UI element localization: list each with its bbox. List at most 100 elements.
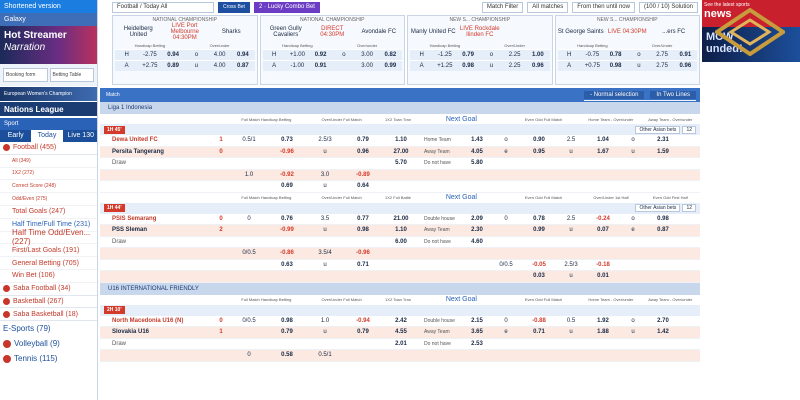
odds-cell[interactable]: 27.00	[382, 149, 420, 155]
odds-cell[interactable]: 0.58	[268, 352, 306, 358]
card-odds-cell[interactable]: 0.96	[674, 63, 697, 69]
booking-form-button[interactable]: Booking form	[3, 68, 48, 82]
nations-league-banner[interactable]: Nations League	[0, 102, 97, 116]
sidebar-item[interactable]: Total Goals (247)	[0, 206, 97, 219]
odds-cell[interactable]: 1.67	[588, 149, 618, 155]
tab-today[interactable]: Today	[31, 130, 63, 142]
odds-cell[interactable]: 0.78	[524, 216, 554, 222]
time-range-select[interactable]: From then until now	[572, 1, 635, 13]
odds-cell[interactable]: -0.86	[268, 250, 306, 256]
odds-cell[interactable]: 2.31	[648, 137, 678, 143]
odds-cell[interactable]: 1.42	[648, 329, 678, 335]
odds-cell[interactable]: 6.00	[382, 239, 420, 245]
odds-cell[interactable]: 2.09	[466, 216, 488, 222]
odds-cell[interactable]: 0.01	[588, 273, 618, 279]
card-odds-cell[interactable]: 0.79	[457, 52, 480, 58]
odds-cell[interactable]: 0.87	[648, 227, 678, 233]
sidebar-item-tennis[interactable]: Tennis (115)	[0, 351, 97, 366]
odds-cell[interactable]: 1.10	[382, 137, 420, 143]
match-card[interactable]: NATIONAL CHAMPIONSHIP Green Gully Cavalie…	[259, 15, 405, 85]
match-filter-select[interactable]: Match Filter	[481, 1, 524, 13]
odds-cell[interactable]: -0.05	[524, 262, 554, 268]
card-odds-cell[interactable]: 0.94	[162, 52, 185, 58]
sidebar-item[interactable]: Saba Basketball (18)	[0, 308, 97, 322]
sidebar-item[interactable]: Win Bet (106)	[0, 270, 97, 283]
card-odds-cell[interactable]: 0.98	[457, 63, 480, 69]
tab-early[interactable]: Early	[0, 130, 31, 142]
two-lines-select[interactable]: In Two Lines	[650, 90, 696, 99]
odds-cell[interactable]: 0.98	[344, 227, 382, 233]
cross-bet-button[interactable]: Cross Bet	[218, 1, 250, 13]
odds-cell[interactable]: 0.03	[524, 273, 554, 279]
card-odds-cell[interactable]: 0.96	[526, 63, 549, 69]
odds-cell[interactable]: 0.98	[268, 318, 306, 324]
card-odds-cell[interactable]: 0.91	[674, 52, 697, 58]
odds-cell[interactable]: 0.73	[268, 137, 306, 143]
odds-cell[interactable]: 2.42	[382, 318, 420, 324]
odds-cell[interactable]: 0.63	[268, 262, 306, 268]
shortened-version-button[interactable]: Shortened version	[0, 0, 97, 13]
match-card[interactable]: NATIONAL CHAMPIONSHIP Heidelberg United LI…	[112, 15, 258, 85]
card-odds-cell[interactable]: 0.94	[231, 52, 254, 58]
odds-cell[interactable]: 0.07	[588, 227, 618, 233]
odds-cell[interactable]: -0.88	[524, 318, 554, 324]
odds-cell[interactable]: 0.71	[524, 329, 554, 335]
sidebar-item-volleyball[interactable]: Volleyball (9)	[0, 336, 97, 351]
all-matches-select[interactable]: All matches	[527, 1, 569, 13]
sidebar-item[interactable]: General Betting (705)	[0, 257, 97, 270]
odds-cell[interactable]: 2.70	[648, 318, 678, 324]
odds-cell[interactable]: 2.53	[466, 341, 488, 347]
card-odds-cell[interactable]: 0.91	[309, 63, 332, 69]
odds-cell[interactable]: 4.60	[466, 239, 488, 245]
odds-cell[interactable]: 0.71	[344, 262, 382, 268]
odds-cell[interactable]: 4.55	[382, 329, 420, 335]
bets-count-select[interactable]: 12	[682, 204, 696, 212]
odds-cell[interactable]: 0.79	[268, 329, 306, 335]
sidebar-item-esports[interactable]: E-Sports (79)	[0, 321, 97, 336]
card-odds-cell[interactable]: 0.98	[604, 63, 627, 69]
odds-cell[interactable]: 2.01	[382, 341, 420, 347]
odds-cell[interactable]: 0.99	[524, 227, 554, 233]
galaxy-button[interactable]: Galaxy	[0, 13, 97, 26]
bets-count-select[interactable]: 12	[682, 125, 696, 134]
card-odds-cell[interactable]: 0.89	[162, 63, 185, 69]
solution-select[interactable]: (100 / 10) Solution	[638, 1, 698, 13]
normal-selection-select[interactable]: - Normal selection	[584, 90, 645, 99]
odds-cell[interactable]: 4.05	[466, 149, 488, 155]
odds-cell[interactable]: 0.64	[344, 183, 382, 189]
betting-table-button[interactable]: Betting Table	[49, 68, 94, 82]
odds-cell[interactable]: 1.43	[466, 137, 488, 143]
football-select[interactable]: Football / Today All	[112, 1, 214, 13]
league-header-u16[interactable]: U16 INTERNATIONAL FRIENDLY	[100, 282, 700, 295]
other-asian-bets-button[interactable]: Other Asian bets	[635, 204, 681, 212]
odds-cell[interactable]: 0.96	[344, 149, 382, 155]
odds-cell[interactable]: -0.96	[344, 250, 382, 256]
odds-cell[interactable]: 1.04	[588, 137, 618, 143]
match-card[interactable]: NEW S... CHAMPIONSHIP St George Saints LIV…	[554, 15, 700, 85]
sidebar-item[interactable]: Football (455)	[0, 142, 97, 155]
sidebar-item[interactable]: All (349)	[0, 155, 97, 168]
tab-live[interactable]: Live 130	[63, 130, 97, 142]
odds-cell[interactable]: 5.80	[466, 160, 488, 166]
sidebar-item[interactable]: Correct Score (248)	[0, 180, 97, 194]
odds-cell[interactable]: -0.92	[268, 172, 306, 178]
lucky-combo-button[interactable]: 2 · Lucky Combo Bet	[253, 1, 320, 13]
card-odds-cell[interactable]: 0.78	[604, 52, 627, 58]
odds-cell[interactable]: 1.10	[382, 227, 420, 233]
odds-cell[interactable]: -0.99	[268, 227, 306, 233]
odds-cell[interactable]: 0.77	[344, 216, 382, 222]
odds-cell[interactable]: 1.92	[588, 318, 618, 324]
odds-cell[interactable]: 0.98	[648, 216, 678, 222]
sidebar-item[interactable]: Basketball (267)	[0, 296, 97, 309]
odds-cell[interactable]: 1.88	[588, 329, 618, 335]
odds-cell[interactable]: 3.65	[466, 329, 488, 335]
odds-cell[interactable]: 0.69	[268, 183, 306, 189]
sidebar-item[interactable]: 1X2 (272)	[0, 168, 97, 181]
odds-cell[interactable]: -0.18	[588, 262, 618, 268]
odds-cell[interactable]: 2.30	[466, 227, 488, 233]
card-odds-cell[interactable]: 0.92	[309, 52, 332, 58]
odds-cell[interactable]: -0.96	[268, 149, 306, 155]
card-odds-cell[interactable]: 0.82	[379, 52, 402, 58]
odds-cell[interactable]: 0.90	[524, 137, 554, 143]
odds-cell[interactable]: 1.59	[648, 149, 678, 155]
